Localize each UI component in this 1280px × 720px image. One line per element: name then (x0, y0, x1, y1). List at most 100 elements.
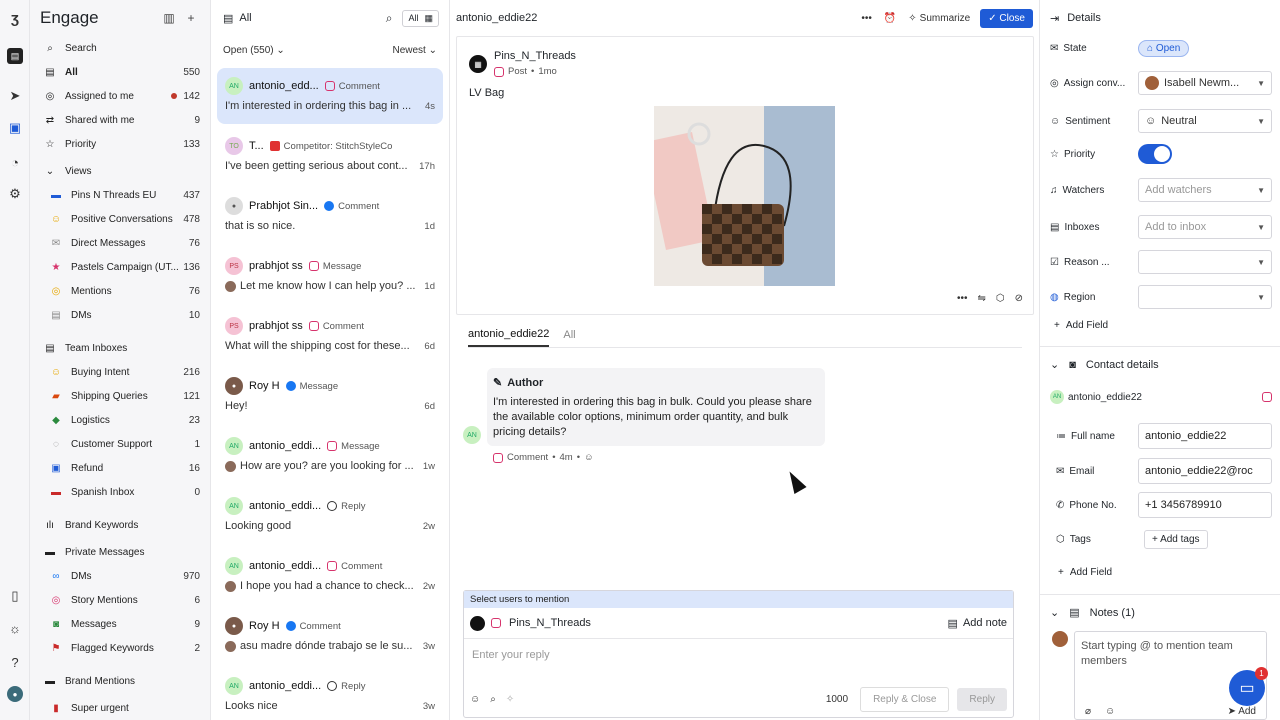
help-icon[interactable]: ? (7, 654, 23, 670)
reply-input[interactable]: Enter your reply (464, 639, 1013, 683)
list-item[interactable]: PS prabhjot ss Comment What will the shipp… (217, 308, 443, 364)
sidebar-item-all[interactable]: ▤ All 550 (30, 61, 210, 83)
more-icon[interactable]: ••• (957, 293, 968, 304)
list-item[interactable]: ● Prabhjot Sin... Comment that is so nice.… (217, 188, 443, 244)
add-icon[interactable]: + (182, 11, 200, 25)
sentiment-select[interactable]: ☺ Neutral ▼ (1138, 109, 1272, 133)
avatar: AN (225, 497, 243, 515)
list-item[interactable]: AN antonio_eddi... Reply Looks nice 3w (217, 668, 443, 720)
star-icon: ☆ (1050, 148, 1059, 160)
brand-mentions-item[interactable]: ▬ Brand Mentions (30, 670, 210, 692)
list-item[interactable]: ● Roy H Message Hey! 6d (217, 368, 443, 424)
priority-toggle[interactable] (1138, 144, 1172, 164)
super-urgent-item[interactable]: ▮ Super urgent (30, 697, 210, 719)
team-inbox-item[interactable]: ▣ Refund 16 (30, 457, 210, 479)
team-inbox-item[interactable]: ▬ Spanish Inbox 0 (30, 481, 210, 503)
avatar[interactable]: ● (7, 686, 23, 702)
snooze-icon[interactable]: ⏰ (884, 13, 896, 24)
reply-account[interactable]: Pins_N_Threads (509, 617, 948, 629)
views-section-header[interactable]: ⌄ Views (30, 160, 210, 182)
add-note-submit[interactable]: ➤ Add (1228, 704, 1256, 719)
close-button[interactable]: ✓ Close (980, 8, 1033, 28)
list-item[interactable]: AN antonio_eddi... Reply Looking good 2w (217, 488, 443, 544)
assignee-avatar (1145, 76, 1159, 90)
engage-icon[interactable]: ▣ (7, 120, 23, 136)
private-message-item[interactable]: ⚑ Flagged Keywords 2 (30, 637, 210, 659)
summarize-button[interactable]: ✧ Summarize (908, 13, 970, 24)
hide-icon[interactable]: ⊘ (1015, 293, 1023, 304)
private-message-item[interactable]: ∞ DMs 970 (30, 565, 210, 587)
reply-button[interactable]: Reply (957, 687, 1007, 711)
sidebar-item-priority[interactable]: ☆ Priority 133 (30, 133, 210, 155)
react-emoji-icon[interactable]: ☺ (584, 452, 594, 463)
tab-all[interactable]: All (563, 329, 575, 341)
notes-section-header[interactable]: ⌄ ▤ Notes (1) (1050, 606, 1272, 620)
box-emoji-icon: ◆ (52, 414, 60, 426)
list-item[interactable]: AN antonio_eddi... Message How are you? ar… (217, 428, 443, 484)
fullname-field[interactable]: antonio_eddie22 (1138, 423, 1272, 449)
publish-icon[interactable]: ➤ (7, 88, 23, 104)
team-inbox-item[interactable]: ▰ Shipping Queries 121 (30, 385, 210, 407)
brand-keywords-item[interactable]: ılı Brand Keywords (30, 514, 210, 536)
view-item[interactable]: ☺ Positive Conversations 478 (30, 208, 210, 230)
sidebar-item-assigned[interactable]: ◎ Assigned to me 142 (30, 85, 210, 107)
phone-field[interactable]: +1 3456789910 (1138, 492, 1272, 518)
inbox-select[interactable]: Add to inbox ▼ (1138, 215, 1272, 239)
chat-support-button[interactable]: ▭ 1 (1229, 667, 1268, 706)
mobile-icon[interactable]: ▯ (7, 588, 23, 604)
email-field[interactable]: antonio_eddie22@roc (1138, 458, 1272, 484)
state-badge[interactable]: ⌂ Open (1138, 40, 1190, 57)
team-inbox-item[interactable]: ◆ Logistics 23 (30, 409, 210, 431)
sort-dropdown[interactable]: Newest ⌄ (392, 45, 437, 56)
instagram-icon[interactable] (1262, 392, 1272, 402)
list-item[interactable]: PS prabhjot ss Message Let me know how I c… (217, 248, 443, 304)
view-item[interactable]: ✉ Direct Messages 76 (30, 232, 210, 254)
add-field-button[interactable]: + Add Field (1050, 320, 1272, 331)
settings-icon[interactable]: ⚙ (7, 186, 23, 202)
more-icon[interactable]: ••• (861, 13, 872, 24)
emoji-icon[interactable]: ☺ (1105, 704, 1115, 719)
contact-section-header[interactable]: ⌄ ◙ Contact details (1050, 358, 1272, 372)
team-inbox-item[interactable]: ◌ Customer Support 1 (30, 433, 210, 455)
private-message-item[interactable]: ◎ Story Mentions 6 (30, 589, 210, 611)
sidebar-item-shared[interactable]: ⇄ Shared with me 9 (30, 109, 210, 131)
search-item[interactable]: ⌕ Search (30, 37, 210, 59)
logo-icon[interactable]: ʒ (7, 10, 23, 27)
tab-user[interactable]: antonio_eddie22 (468, 323, 550, 347)
add-tags-button[interactable]: + Add tags (1144, 530, 1208, 549)
reports-icon[interactable]: ◔ (7, 154, 23, 170)
saved-reply-icon[interactable]: ⌕ (490, 694, 496, 705)
view-item[interactable]: ▬ Pins N Threads EU 437 (30, 184, 210, 206)
translate-icon[interactable]: ⇋ (977, 293, 985, 304)
view-item[interactable]: ▤ DMs 10 (30, 304, 210, 326)
collapse-panel-icon[interactable]: ⇥ (1050, 12, 1059, 25)
status-filter[interactable]: Open (550) ⌄ (223, 45, 285, 56)
search-icon[interactable]: ⌕ (386, 11, 393, 26)
watchers-select[interactable]: Add watchers ▼ (1138, 178, 1272, 202)
list-item[interactable]: ● Roy H Comment asu madre dónde trabajo se… (217, 608, 443, 664)
reply-close-button[interactable]: Reply & Close (860, 686, 950, 712)
filter-pill[interactable]: All ▦ (402, 9, 439, 27)
theme-icon[interactable]: ☼ (7, 620, 23, 636)
add-field-button[interactable]: + Add Field (1050, 567, 1272, 578)
add-note-button[interactable]: ▤ Add note (948, 617, 1007, 630)
emoji-icon[interactable]: ☺ (470, 694, 480, 705)
ai-sparkle-icon[interactable]: ✧ (506, 694, 826, 705)
view-item[interactable]: ◎ Mentions 76 (30, 280, 210, 302)
attach-icon[interactable]: ⌀ (1085, 704, 1091, 719)
collapse-sidebar-icon[interactable]: ▥ (160, 11, 178, 25)
reason-select[interactable]: ▼ (1138, 250, 1272, 274)
team-inbox-item[interactable]: ☺ Buying Intent 216 (30, 361, 210, 383)
inbox-app-icon[interactable]: ▤ (7, 48, 23, 64)
list-item[interactable]: AN antonio_eddi... Comment I hope you had … (217, 548, 443, 604)
private-message-item[interactable]: ◙ Messages 9 (30, 613, 210, 635)
post-image[interactable] (654, 106, 835, 286)
private-messages-header[interactable]: ▬ Private Messages (30, 541, 210, 563)
tag-icon[interactable]: ⬡ (996, 293, 1005, 304)
list-item[interactable]: AN antonio_edd... Comment I'm interested i… (217, 68, 443, 124)
list-item[interactable]: TO T... Competitor: StitchStyleCo I've bee… (217, 128, 443, 184)
team-inboxes-header[interactable]: ▤ Team Inboxes (30, 337, 210, 359)
view-item[interactable]: ★ Pastels Campaign (UT... 136 (30, 256, 210, 278)
assignee-select[interactable]: Isabell Newm... ▼ (1138, 71, 1272, 95)
region-select[interactable]: ▼ (1138, 285, 1272, 309)
